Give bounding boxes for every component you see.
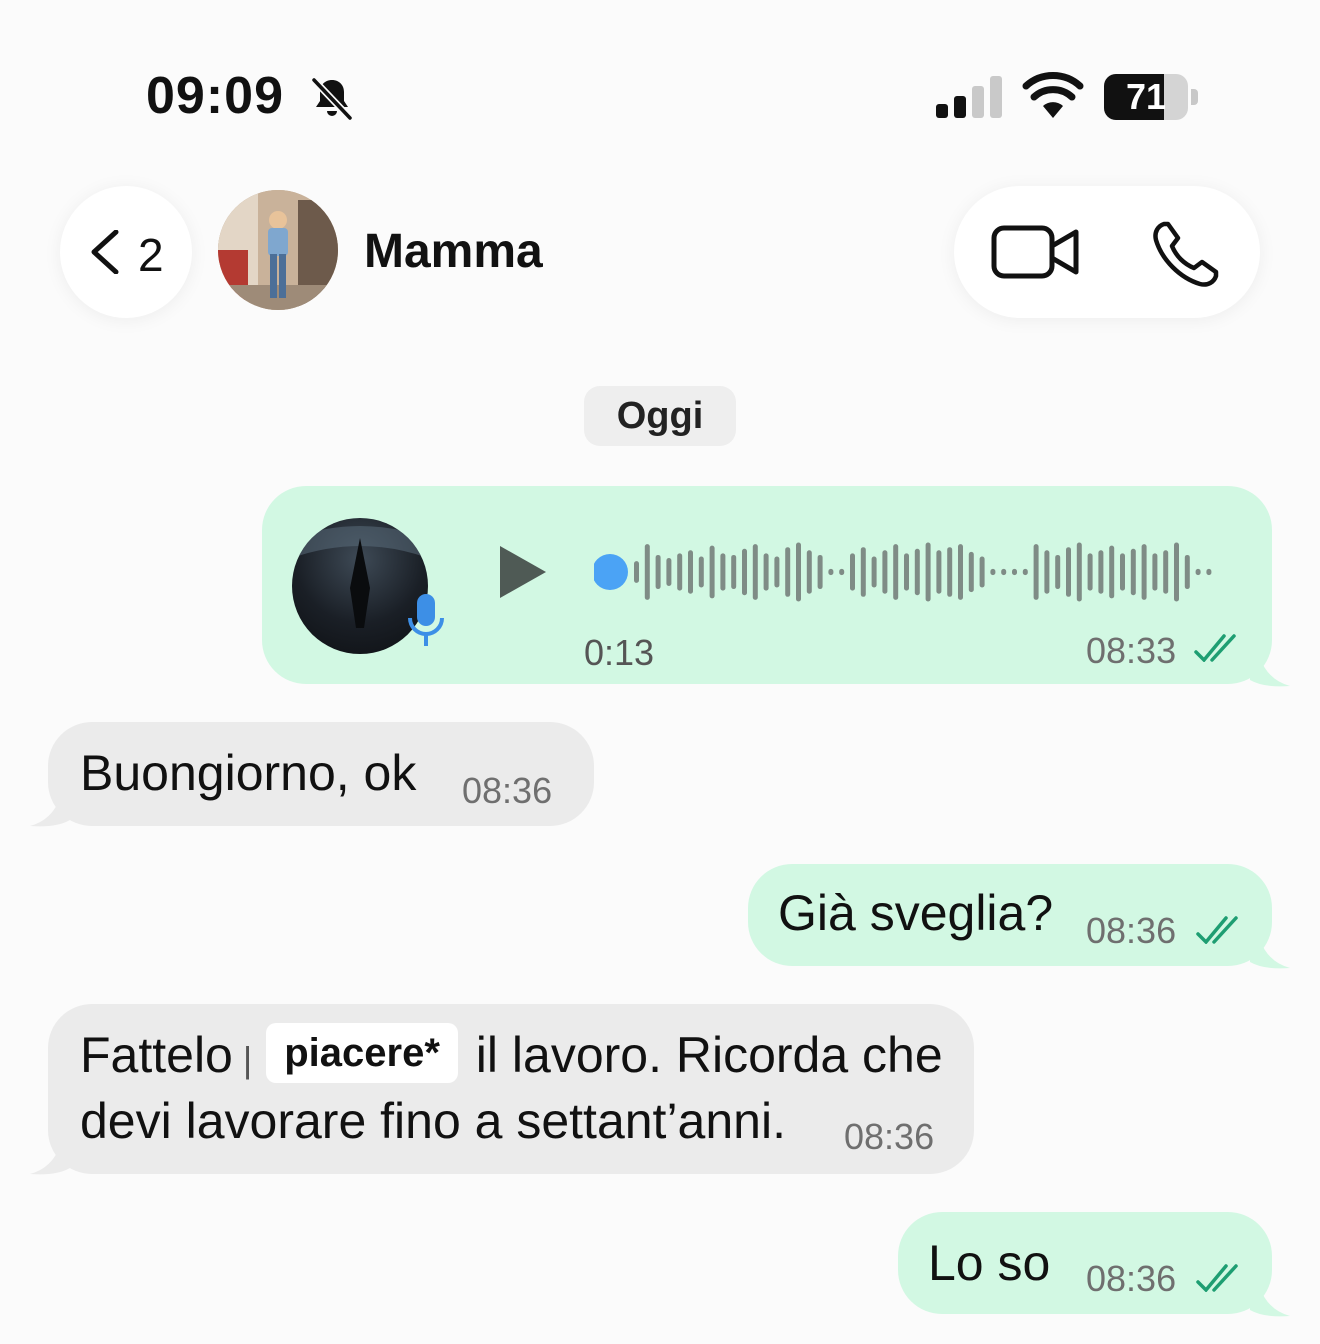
message-text-line: devi lavorare fino a settant’anni. xyxy=(80,1093,786,1149)
message-time: 08:36 xyxy=(844,1116,935,1157)
bubble-tail xyxy=(1250,658,1290,687)
unread-count: 2 xyxy=(138,229,164,281)
waveform-bar xyxy=(1109,545,1115,599)
waveform-bar xyxy=(796,542,801,602)
message-bubble[interactable]: Buongiorno, ok 08:36 xyxy=(48,722,594,826)
waveform-bar xyxy=(882,550,888,594)
waveform-bar xyxy=(785,547,791,597)
bubble-tail xyxy=(1250,940,1290,969)
correction-highlight: piacere* xyxy=(266,1022,458,1083)
message-text: Già sveglia? xyxy=(778,885,1054,941)
waveform-bar xyxy=(1055,554,1061,590)
message-bubble[interactable]: Lo so 08:36 xyxy=(898,1212,1272,1314)
waveform-bar xyxy=(893,544,899,600)
waveform-bar xyxy=(947,547,953,597)
message-time: 08:36 xyxy=(462,770,553,811)
waveform-bar xyxy=(1152,553,1158,591)
bell-slash-icon xyxy=(311,77,353,121)
waveform-bar xyxy=(634,561,639,583)
battery-level: 71 xyxy=(1125,76,1167,117)
read-receipt-icon xyxy=(1196,1264,1238,1292)
waveform-bar xyxy=(1022,568,1028,576)
waveform-bar xyxy=(763,553,769,591)
date-separator: Oggi xyxy=(584,386,736,446)
microphone-icon xyxy=(408,594,444,646)
waveform-bar xyxy=(806,550,812,594)
message-text-line: Fattelo | piacere* il lavoro. Ricorda ch… xyxy=(80,1022,943,1089)
message-time: 08:33 xyxy=(1086,630,1177,671)
waveform-bar xyxy=(828,568,834,576)
waveform-bar xyxy=(1087,553,1093,591)
waveform-bar xyxy=(936,550,942,594)
waveform-bar xyxy=(1066,547,1071,597)
waveform-bar xyxy=(979,556,985,588)
waveform-bar xyxy=(1184,554,1190,590)
contact-avatar[interactable] xyxy=(218,190,338,310)
waveform-bar xyxy=(666,558,672,586)
waveform-bar xyxy=(1001,568,1007,576)
waveform-bar xyxy=(839,568,845,576)
battery-indicator: 71 xyxy=(1104,74,1198,120)
waveform-bar xyxy=(1174,542,1179,602)
waveform-bar xyxy=(1141,544,1147,600)
message-time: 08:36 xyxy=(1086,1258,1177,1299)
waveform-bar xyxy=(1120,553,1125,591)
message-bubble[interactable]: Già sveglia? 08:36 xyxy=(748,864,1272,966)
waveform-bar xyxy=(990,568,996,576)
audio-waveform[interactable] xyxy=(594,534,1224,610)
waveform-bar xyxy=(709,545,715,599)
waveform-bar xyxy=(850,553,855,591)
waveform-bar xyxy=(1012,568,1017,576)
waveform-bar xyxy=(914,548,920,596)
bubble-tail xyxy=(1250,1288,1290,1317)
waveform-bar xyxy=(1098,550,1104,594)
waveform-bar xyxy=(720,553,726,591)
read-receipt-icon xyxy=(1196,916,1238,944)
waveform-bar xyxy=(1195,568,1201,576)
waveform-bar xyxy=(958,544,963,600)
read-receipt-icon xyxy=(1194,634,1236,662)
waveform-bar xyxy=(860,547,866,597)
waveform-bar xyxy=(742,548,747,596)
play-icon[interactable] xyxy=(498,544,548,600)
waveform-bar xyxy=(1206,568,1212,576)
message-text-part: Fattelo xyxy=(80,1027,233,1083)
playhead-dot xyxy=(594,554,628,590)
waveform-bar xyxy=(968,551,974,593)
waveform-bar xyxy=(677,553,683,591)
waveform-bar xyxy=(871,556,877,588)
waveform-bar xyxy=(1163,550,1169,594)
message-time: 08:36 xyxy=(1086,910,1177,951)
waveform-bar xyxy=(1044,550,1050,594)
wifi-icon xyxy=(1022,72,1084,118)
message-bubble[interactable]: Fattelo | piacere* il lavoro. Ricorda ch… xyxy=(48,1004,974,1174)
back-button[interactable]: 2 xyxy=(60,186,192,318)
voice-message[interactable]: 0:13 08:33 xyxy=(262,486,1272,684)
status-time: 09:09 xyxy=(146,67,284,125)
video-camera-icon[interactable] xyxy=(990,222,1082,282)
waveform-bar xyxy=(731,554,737,590)
call-actions xyxy=(954,186,1260,318)
waveform-bar xyxy=(644,544,650,600)
waveform-bar xyxy=(925,542,931,602)
waveform-bar xyxy=(1033,544,1039,600)
phone-icon[interactable] xyxy=(1150,218,1222,290)
message-text-part: il lavoro. Ricorda che xyxy=(475,1027,943,1083)
voice-duration: 0:13 xyxy=(584,632,655,673)
waveform-bar xyxy=(752,544,758,600)
waveform-bar xyxy=(1130,548,1136,596)
waveform-bar xyxy=(698,556,704,588)
waveform-bar xyxy=(1076,542,1082,602)
message-text: Lo so xyxy=(928,1235,1051,1291)
waveform-bar xyxy=(904,553,909,591)
waveform-bar xyxy=(774,556,780,588)
contact-name[interactable]: Mamma xyxy=(364,224,543,279)
waveform-bar xyxy=(688,550,693,594)
waveform-bar xyxy=(655,554,661,590)
chevron-left-icon xyxy=(91,230,119,274)
cellular-signal-icon xyxy=(936,76,1002,118)
waveform-bar xyxy=(817,554,823,590)
message-text: Buongiorno, ok xyxy=(80,745,417,801)
